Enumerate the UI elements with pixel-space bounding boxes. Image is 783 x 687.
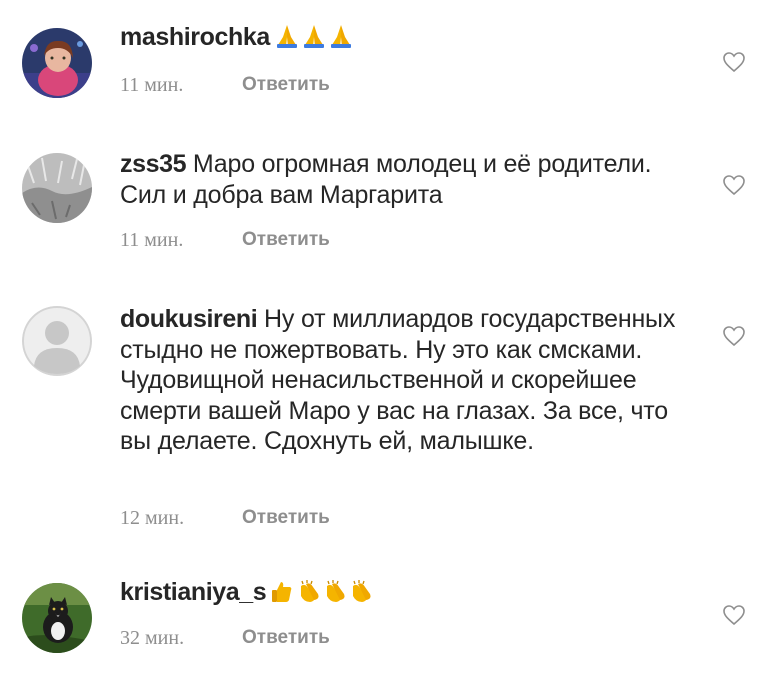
username-link[interactable]: mashirochka [120,23,270,51]
comment-text: mashirochka [120,22,690,57]
comment-timestamp: 12 мин. [120,507,185,529]
folded-hands-icon [301,23,327,57]
clapping-hands-icon [322,580,348,612]
thumbs-up-icon [270,580,294,612]
reply-button[interactable]: Ответить [242,229,330,251]
username-link[interactable]: zss35 [120,150,187,178]
reply-button[interactable]: Ответить [242,74,330,96]
username-link[interactable]: doukusireni [120,305,258,333]
comment-text: zss35 Маро огромная молодец и её родител… [120,149,690,210]
avatar[interactable] [22,306,92,376]
comment-text: doukusireni Ну от миллиардов государстве… [120,304,690,457]
comment-timestamp: 11 мин. [120,74,184,96]
comment-timestamp: 11 мин. [120,229,184,251]
avatar[interactable] [22,153,92,223]
username-link[interactable]: kristianiya_s [120,578,267,606]
comment-body: Маро огромная молодец и её родители. Сил… [120,150,652,209]
heart-outline-icon[interactable] [722,174,746,196]
folded-hands-icon [328,23,354,57]
avatar[interactable] [22,28,92,98]
heart-outline-icon[interactable] [722,51,746,73]
comment-text: kristianiya_s [120,577,690,612]
avatar[interactable] [22,583,92,653]
heart-outline-icon[interactable] [722,604,746,626]
reply-button[interactable]: Ответить [242,627,330,649]
reply-button[interactable]: Ответить [242,507,330,529]
clapping-hands-icon [296,580,322,612]
clapping-hands-icon [348,580,374,612]
folded-hands-icon [274,23,300,57]
comment-timestamp: 32 мин. [120,627,185,649]
heart-outline-icon[interactable] [722,325,746,347]
